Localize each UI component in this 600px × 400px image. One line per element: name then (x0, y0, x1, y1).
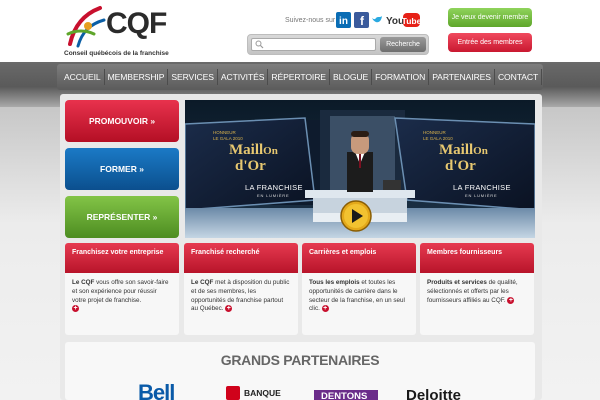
card-carrieres[interactable]: Carrières et emplois Tous les emplois et… (302, 243, 416, 335)
nav-item-partenaires[interactable]: PARTENAIRES (429, 64, 494, 90)
promouvoir-button[interactable]: PROMOUVOIR » (65, 100, 179, 142)
card-franchisez[interactable]: Franchisez votre entreprise Le CQF vous … (65, 243, 179, 335)
video-left-tagline: HONNEUR LE GALA 2010 (213, 130, 243, 142)
linkedin-icon[interactable]: in (336, 12, 351, 28)
main-nav: ACCUEIL MEMBERSHIP SERVICES ACTIVITÉS RÉ… (57, 64, 543, 90)
card-lead: Le CQF (191, 279, 214, 286)
nav-item-services[interactable]: SERVICES (168, 64, 217, 90)
nav-item-blogue[interactable]: BLOGUE (330, 64, 371, 90)
partners-title: GRANDS PARTENAIRES (220, 352, 380, 368)
svg-text:f: f (360, 14, 365, 28)
video-left-logo: MaillOn d'Or (229, 143, 278, 174)
youtube-icon[interactable]: You Tube (386, 12, 422, 28)
card-lead: Le CQF (72, 279, 95, 286)
partner-logo-bell[interactable]: Bell (138, 380, 175, 400)
card-title: Franchisez votre entreprise (65, 243, 179, 273)
plus-icon[interactable]: + (72, 305, 79, 313)
cqf-logo-icon[interactable] (64, 4, 106, 50)
nav-item-membership[interactable]: MEMBERSHIP (105, 64, 168, 90)
card-membres-fournisseurs[interactable]: Membres fournisseurs Produits et service… (420, 243, 534, 335)
video-right-logo-a: Maill (439, 142, 474, 158)
plus-icon[interactable]: + (321, 305, 329, 313)
video-right-subcaption: EN LUMIÈRE (465, 193, 498, 198)
member-login-button[interactable]: Entrée des membres (448, 33, 532, 52)
card-lead: Produits et services (427, 279, 487, 286)
logo-text[interactable]: CQF (106, 6, 167, 42)
card-text: Produits et services de qualité, sélecti… (420, 273, 534, 312)
twitter-icon[interactable] (371, 12, 383, 28)
card-title: Carrières et emplois (302, 243, 416, 273)
search-button[interactable]: Recherche (380, 37, 426, 52)
video-left-logo-b: On (263, 145, 278, 157)
logo-subtitle: Conseil québécois de la franchise (64, 50, 169, 57)
video-left-logo-a: Maill (229, 142, 264, 158)
search-icon (255, 40, 264, 49)
nav-divider (541, 69, 543, 85)
video-right-logo-b: On (473, 145, 488, 157)
former-button[interactable]: FORMER » (65, 148, 179, 190)
partner-logo-dentons[interactable]: DENTONS (321, 391, 367, 400)
follow-label: Suivez-nous sur (285, 17, 336, 24)
card-title: Franchisé recherché (184, 243, 298, 273)
nav-item-contact[interactable]: CONTACT (495, 64, 541, 90)
partners-panel (65, 342, 535, 400)
video-right-tagline: HONNEUR LE GALA 2010 (423, 130, 453, 142)
partner-logo-deloitte[interactable]: Deloitte (406, 387, 461, 400)
video-left-caption: LA FRANCHISE (245, 183, 303, 192)
video-right-caption: LA FRANCHISE (453, 183, 511, 192)
svg-text:in: in (339, 16, 348, 27)
become-member-button[interactable]: Je veux devenir membre (448, 8, 532, 27)
video-right-logo: MaillOn d'Or (439, 143, 488, 174)
facebook-icon[interactable]: f (354, 12, 369, 28)
nav-item-repertoire[interactable]: RÉPERTOIRE (268, 64, 329, 90)
plus-icon[interactable]: + (507, 296, 515, 304)
card-text: Tous les emplois et toutes les opportuni… (302, 273, 416, 320)
card-franchise-recherche[interactable]: Franchisé recherché Le CQF met à disposi… (184, 243, 298, 335)
nav-item-activites[interactable]: ACTIVITÉS (218, 64, 268, 90)
search-input[interactable] (251, 38, 376, 51)
video-player[interactable]: HONNEUR LE GALA 2010 MaillOn d'Or LA FRA… (185, 100, 535, 238)
video-right-logo-c: d'Or (445, 158, 476, 174)
representer-button[interactable]: REPRÉSENTER » (65, 196, 179, 238)
plus-icon[interactable]: + (225, 305, 233, 313)
partner-logo-banque-mark (226, 386, 240, 400)
svg-text:Tube: Tube (402, 16, 420, 26)
play-icon[interactable] (338, 200, 374, 232)
partner-logo-banque[interactable]: BANQUE (244, 388, 281, 398)
video-left-subcaption: EN LUMIÈRE (257, 193, 290, 198)
card-text: Le CQF vous offre son savoir-faire et so… (65, 273, 179, 320)
nav-item-accueil[interactable]: ACCUEIL (61, 64, 104, 90)
card-lead: Tous les emplois (309, 279, 360, 286)
video-left-logo-c: d'Or (235, 158, 266, 174)
nav-item-formation[interactable]: FORMATION (372, 64, 428, 90)
card-title: Membres fournisseurs (420, 243, 534, 273)
card-text: Le CQF met à disposition du public et de… (184, 273, 298, 320)
